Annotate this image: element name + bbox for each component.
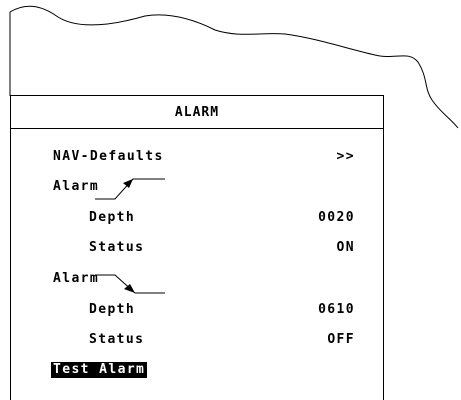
- menu-item-label: Alarm: [53, 271, 100, 286]
- menu-title: ALARM: [11, 96, 383, 129]
- menu-item-label: Status: [89, 240, 145, 255]
- submenu-chevron-icon: >>: [336, 149, 355, 164]
- alarm-menu-panel: ALARM NAV-Defaults >> Alarm Depth 0020 S…: [10, 95, 384, 400]
- menu-item-label: NAV-Defaults: [53, 149, 164, 164]
- menu-item-alarm-low[interactable]: Alarm: [11, 271, 383, 294]
- menu-item-alarm-low-depth[interactable]: Depth 0610: [11, 302, 383, 322]
- menu-item-nav-defaults[interactable]: NAV-Defaults >>: [11, 149, 383, 169]
- menu-item-test-alarm[interactable]: Test Alarm: [11, 362, 383, 382]
- depth-value: 0610: [318, 302, 355, 317]
- menu-item-label: Depth: [89, 302, 136, 317]
- arrow-up-icon: [95, 178, 165, 200]
- menu-item-label: Alarm: [53, 179, 100, 194]
- menu-item-label: Status: [89, 332, 145, 347]
- menu-item-label-selected: Test Alarm: [51, 362, 148, 378]
- menu-item-alarm-high-depth[interactable]: Depth 0020: [11, 210, 383, 230]
- depth-value: 0020: [318, 210, 355, 225]
- status-value: ON: [336, 240, 355, 255]
- menu-item-label: Depth: [89, 210, 136, 225]
- arrow-down-icon: [95, 274, 165, 294]
- menu-item-alarm-high-status[interactable]: Status ON: [11, 240, 383, 260]
- menu-item-alarm-low-status[interactable]: Status OFF: [11, 332, 383, 352]
- status-value: OFF: [327, 332, 355, 347]
- menu-item-alarm-high[interactable]: Alarm: [11, 178, 383, 200]
